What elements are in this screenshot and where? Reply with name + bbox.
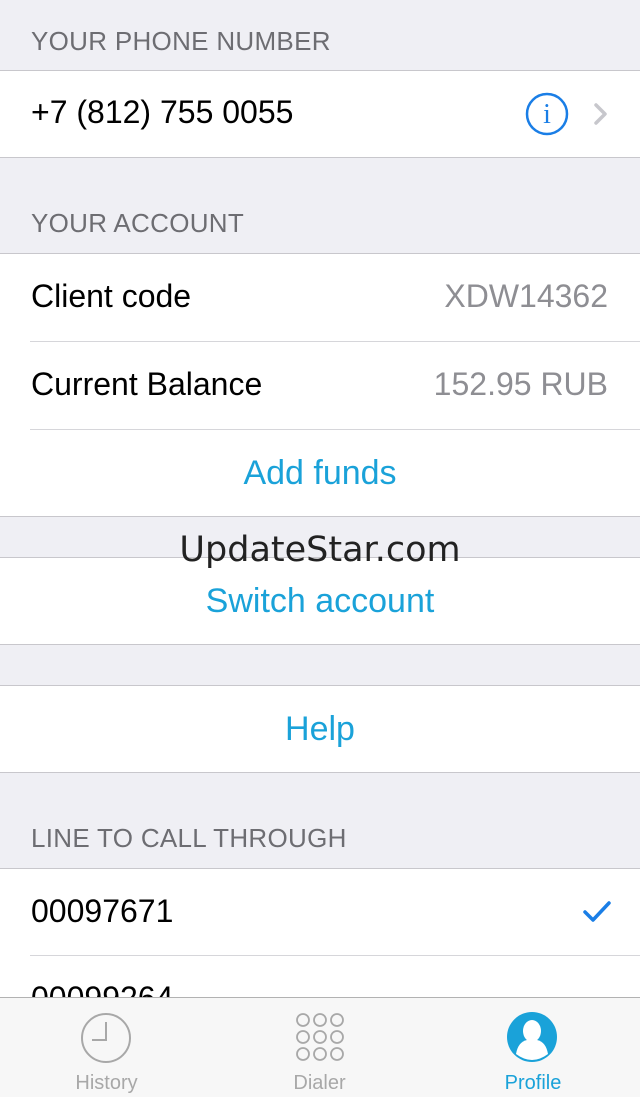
help-button[interactable]: Help bbox=[0, 686, 640, 772]
current-balance-value: 152.95 RUB bbox=[433, 366, 608, 402]
checkmark-icon bbox=[582, 900, 612, 924]
line-number: 00097671 bbox=[31, 893, 174, 929]
section-header-line-label: LINE TO CALL THROUGH bbox=[31, 823, 347, 853]
tab-bar: History Dialer Profile bbox=[0, 997, 640, 1097]
section-header-phone-label: YOUR PHONE NUMBER bbox=[31, 26, 331, 56]
section-header-phone: YOUR PHONE NUMBER bbox=[0, 0, 640, 71]
profile-icon bbox=[506, 1011, 558, 1063]
client-code-row: Client code XDW14362 bbox=[0, 254, 640, 341]
account-group: Client code XDW14362 Current Balance 152… bbox=[0, 254, 640, 516]
profile-screen: YOUR PHONE NUMBER +7 (812) 755 0055 i YO… bbox=[0, 0, 640, 998]
svg-text:i: i bbox=[543, 99, 551, 130]
section-header-line: LINE TO CALL THROUGH bbox=[0, 773, 640, 868]
divider bbox=[0, 516, 640, 517]
section-header-account: YOUR ACCOUNT bbox=[0, 158, 640, 253]
current-balance-label: Current Balance bbox=[31, 366, 263, 402]
line-row[interactable]: 00097671 bbox=[0, 869, 640, 955]
watermark-text: UpdateStar.com bbox=[179, 530, 461, 570]
chevron-right-icon bbox=[593, 102, 609, 126]
keypad-icon bbox=[295, 1012, 345, 1062]
add-funds-button[interactable]: Add funds bbox=[0, 430, 640, 516]
info-icon[interactable]: i bbox=[525, 92, 569, 136]
phone-number: +7 (812) 755 0055 bbox=[31, 94, 294, 130]
phone-number-row[interactable]: +7 (812) 755 0055 i bbox=[0, 71, 640, 157]
tab-history[interactable]: History bbox=[0, 998, 213, 1097]
clock-icon bbox=[80, 1012, 132, 1064]
line-row[interactable]: 00099264 bbox=[0, 956, 640, 998]
tab-dialer-label: Dialer bbox=[293, 1072, 346, 1094]
switch-account-row: Switch account bbox=[0, 558, 640, 644]
switch-account-button[interactable]: Switch account bbox=[0, 558, 640, 644]
current-balance-row: Current Balance 152.95 RUB bbox=[0, 342, 640, 429]
divider bbox=[0, 644, 640, 645]
section-header-account-label: YOUR ACCOUNT bbox=[31, 208, 245, 238]
client-code-label: Client code bbox=[31, 278, 192, 314]
tab-profile-label: Profile bbox=[504, 1072, 562, 1094]
tab-profile[interactable]: Profile bbox=[426, 998, 640, 1097]
client-code-value: XDW14362 bbox=[444, 278, 608, 314]
tab-history-label: History bbox=[75, 1072, 138, 1094]
line-list: 00097671 00099264 bbox=[0, 869, 640, 998]
line-number: 00099264 bbox=[31, 980, 174, 998]
tab-dialer[interactable]: Dialer bbox=[213, 998, 426, 1097]
help-row: Help bbox=[0, 686, 640, 772]
